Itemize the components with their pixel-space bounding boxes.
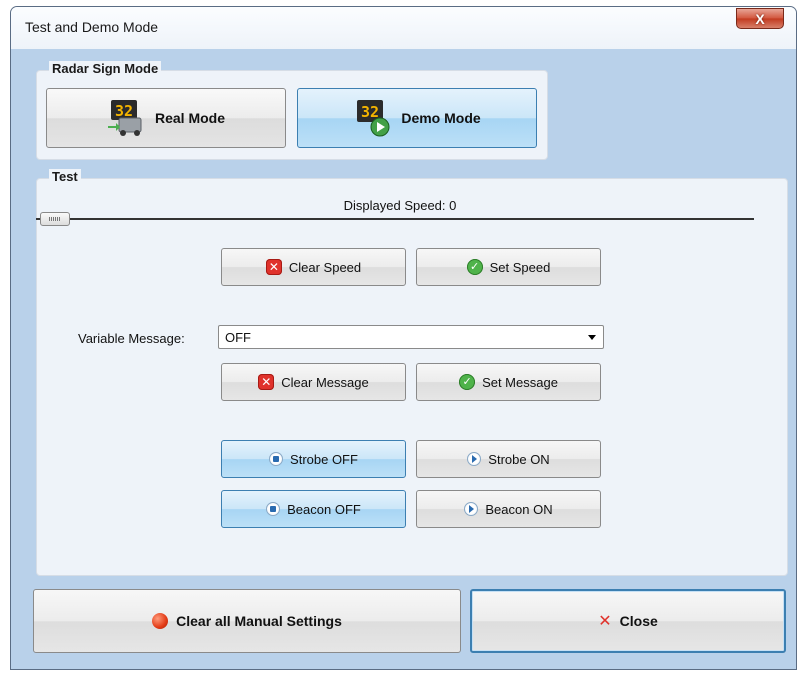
close-label: Close: [619, 613, 658, 629]
play-radio-icon: [464, 502, 479, 516]
clear-message-label: Clear Message: [281, 374, 369, 390]
demo-mode-label: Demo Mode: [401, 110, 481, 126]
real-mode-button[interactable]: 32 Real Mode: [46, 88, 286, 148]
strobe-on-button[interactable]: Strobe ON: [416, 440, 601, 478]
x-red-square-icon: ✕: [258, 374, 275, 390]
set-message-button[interactable]: ✓ Set Message: [416, 363, 601, 401]
speed-slider-thumb[interactable]: [40, 212, 70, 226]
window-title: Test and Demo Mode: [25, 19, 159, 35]
red-ball-icon: [152, 613, 169, 629]
demo-mode-button[interactable]: 32 Demo Mode: [297, 88, 537, 148]
strobe-off-label: Strobe OFF: [290, 451, 358, 467]
svg-text:32: 32: [115, 102, 133, 120]
beacon-on-button[interactable]: Beacon ON: [416, 490, 601, 528]
radar-sign-play-icon: 32: [353, 98, 393, 138]
clear-message-button[interactable]: ✕ Clear Message: [221, 363, 406, 401]
clear-speed-button[interactable]: ✕ Clear Speed: [221, 248, 406, 286]
variable-message-value: OFF: [225, 330, 251, 345]
test-group-title: Test: [49, 169, 81, 184]
stop-radio-icon: [269, 452, 284, 466]
variable-message-select[interactable]: OFF: [218, 325, 604, 349]
real-mode-label: Real Mode: [154, 110, 225, 126]
speed-slider-track[interactable]: [36, 218, 754, 220]
set-message-label: Set Message: [482, 374, 558, 390]
strobe-on-label: Strobe ON: [488, 451, 550, 467]
close-button[interactable]: ✕ Close: [470, 589, 786, 653]
set-speed-button[interactable]: ✓ Set Speed: [416, 248, 601, 286]
beacon-on-label: Beacon ON: [485, 501, 553, 517]
check-green-circle-icon: ✓: [466, 259, 483, 275]
test-group: Test: [36, 169, 788, 576]
stop-radio-icon: [266, 502, 281, 516]
beacon-off-label: Beacon OFF: [287, 501, 361, 517]
beacon-off-button[interactable]: Beacon OFF: [221, 490, 406, 528]
variable-message-label: Variable Message:: [78, 331, 185, 346]
chevron-down-icon: [588, 335, 596, 340]
displayed-speed-label: Displayed Speed: 0: [343, 198, 457, 213]
title-bar[interactable]: Test and Demo Mode X: [11, 7, 796, 49]
radar-sign-mode-title: Radar Sign Mode: [49, 61, 162, 76]
x-red-icon: ✕: [598, 613, 612, 630]
strobe-off-button[interactable]: Strobe OFF: [221, 440, 406, 478]
check-green-circle-icon: ✓: [459, 374, 476, 390]
set-speed-label: Set Speed: [489, 259, 551, 275]
window-close-button[interactable]: X: [736, 8, 784, 29]
radar-sign-truck-icon: 32: [107, 98, 147, 138]
x-red-square-icon: ✕: [265, 259, 282, 275]
clear-speed-label: Clear Speed: [288, 259, 362, 275]
play-radio-icon: [467, 452, 482, 466]
clear-all-manual-settings-button[interactable]: Clear all Manual Settings: [33, 589, 461, 653]
clear-all-label: Clear all Manual Settings: [176, 613, 342, 629]
